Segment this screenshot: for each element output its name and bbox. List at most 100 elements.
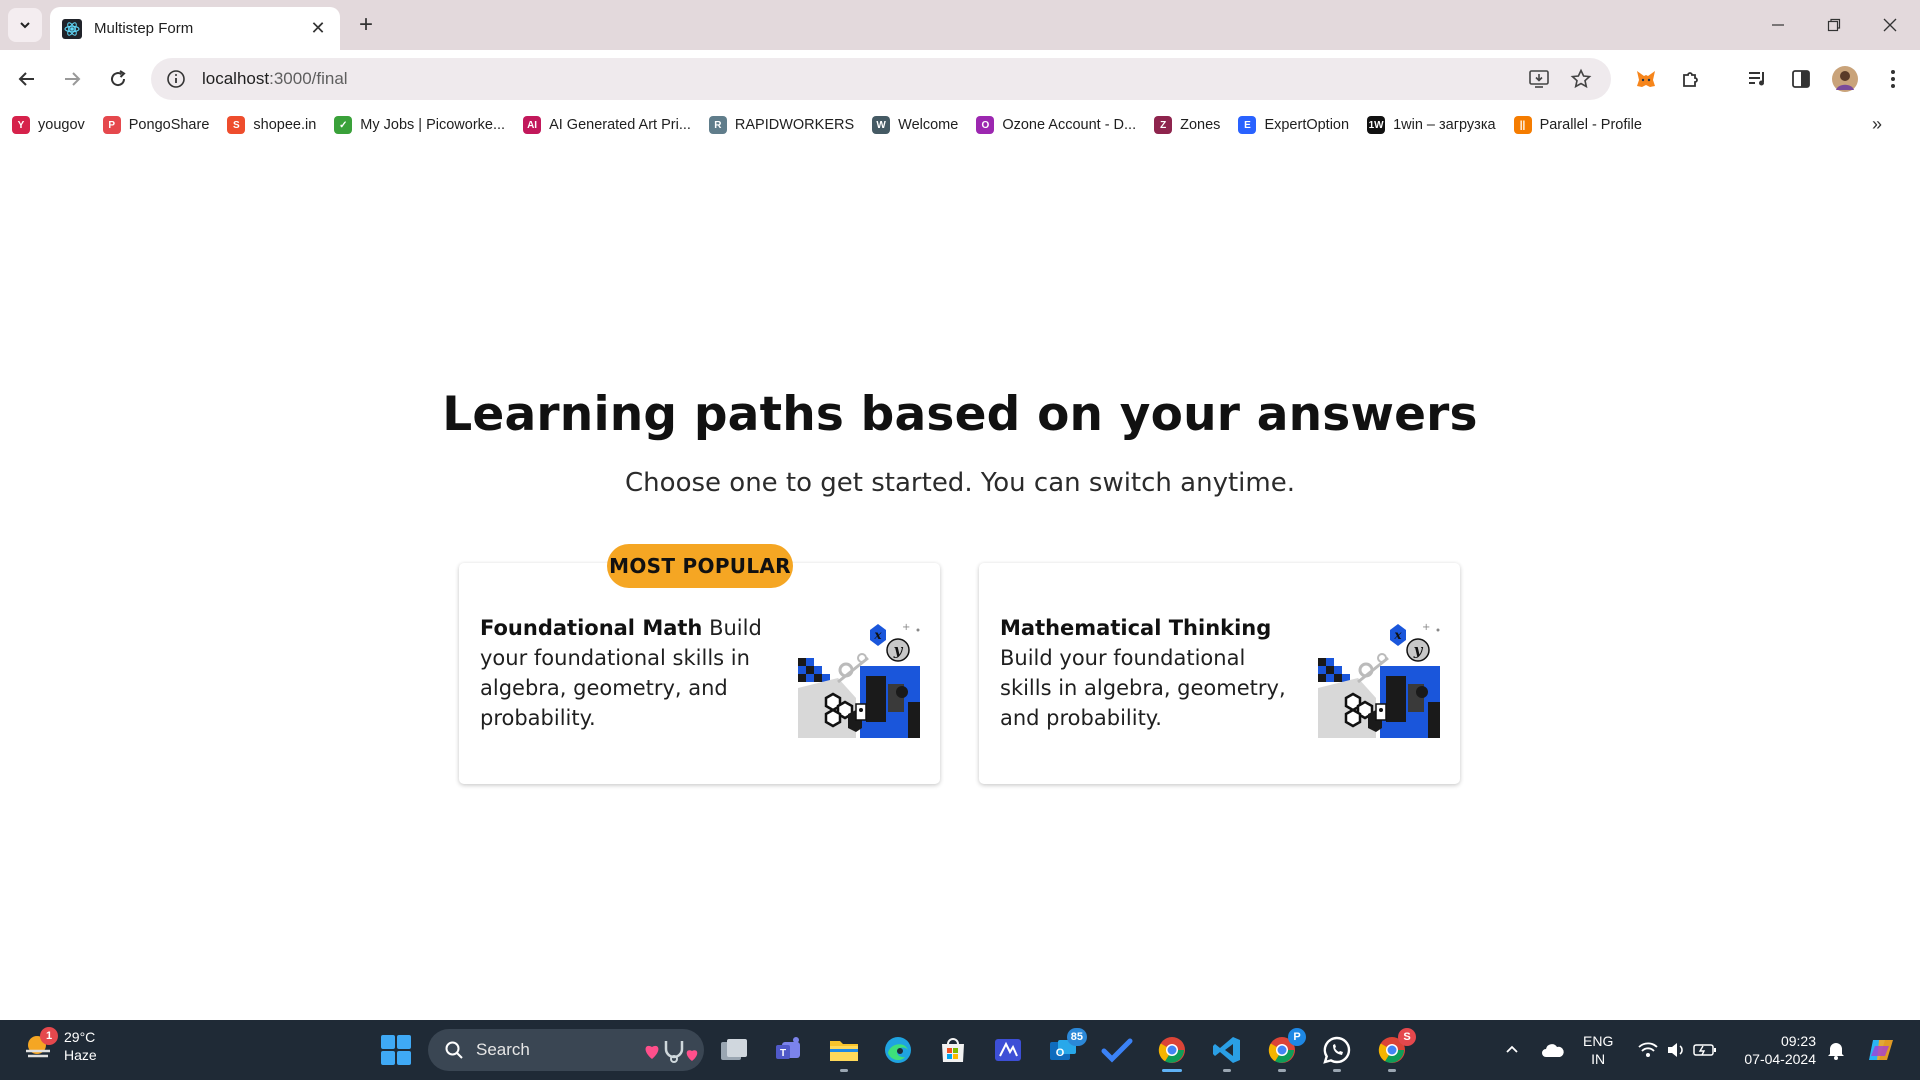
language-code: ENG bbox=[1583, 1033, 1614, 1049]
reload-button[interactable] bbox=[103, 64, 133, 94]
vscode-icon[interactable] bbox=[1209, 1032, 1245, 1072]
close-icon bbox=[1883, 18, 1897, 32]
back-button[interactable] bbox=[12, 64, 42, 94]
system-clock[interactable]: 09:23 07-04-2024 bbox=[1730, 1032, 1816, 1068]
tab-search-button[interactable] bbox=[8, 8, 42, 42]
bookmark-label: 1win – загрузка bbox=[1393, 117, 1496, 133]
close-window-button[interactable] bbox=[1862, 0, 1918, 50]
temperature: 29°C bbox=[64, 1029, 96, 1045]
file-explorer-icon[interactable] bbox=[826, 1032, 862, 1072]
address-bar[interactable]: localhost:3000/final bbox=[151, 58, 1611, 100]
haze-sun-icon: 1 bbox=[22, 1027, 58, 1063]
chrome-profile-p-icon[interactable]: P bbox=[1264, 1028, 1306, 1072]
learning-path-card-foundational-math[interactable]: Foundational Math Build your foundationa… bbox=[459, 563, 940, 784]
new-tab-button[interactable]: + bbox=[352, 11, 380, 39]
pongoshare-icon: P bbox=[102, 116, 121, 134]
whatsapp-icon[interactable] bbox=[1319, 1032, 1355, 1072]
chrome-profile-s-icon[interactable]: S bbox=[1374, 1028, 1416, 1072]
url-host: localhost bbox=[202, 69, 270, 88]
browser-tab[interactable]: Multistep Form ✕ bbox=[50, 7, 340, 50]
bookmark-label: AI Generated Art Pri... bbox=[549, 117, 691, 133]
taskbar-search[interactable]: Search bbox=[428, 1029, 704, 1071]
page-content: Learning paths based on your answers Cho… bbox=[0, 142, 1920, 1020]
bookmark-label: RAPIDWORKERS bbox=[734, 117, 855, 133]
media-controls-icon[interactable] bbox=[1742, 64, 1772, 94]
forward-button[interactable] bbox=[57, 64, 87, 94]
bookmark-item[interactable]: ✓ My Jobs | Picoworke... bbox=[334, 116, 505, 134]
bookmark-item[interactable]: Yyougov bbox=[12, 116, 85, 134]
bookmark-item[interactable]: 1W 1win – загрузка bbox=[1367, 116, 1496, 134]
tab-title: Multistep Form bbox=[94, 20, 194, 37]
restore-button[interactable] bbox=[1806, 0, 1862, 50]
bookmark-item[interactable]: P PongoShare bbox=[102, 116, 209, 134]
bookmark-item[interactable]: || Parallel - Profile bbox=[1513, 116, 1642, 134]
rapidworkers-icon: R bbox=[708, 116, 727, 134]
show-hidden-icons-chevron-icon[interactable] bbox=[1500, 1020, 1524, 1080]
bookmark-item[interactable]: R RAPIDWORKERS bbox=[708, 116, 855, 134]
bookmark-label: My Jobs | Picoworke... bbox=[360, 117, 506, 133]
bookmark-item[interactable]: AI AI Generated Art Pri... bbox=[523, 116, 691, 134]
bookmark-item[interactable]: Sshopee.in bbox=[227, 116, 316, 134]
svg-text:T: T bbox=[780, 1048, 786, 1059]
bookmark-star-icon[interactable] bbox=[1569, 67, 1593, 91]
edge-icon[interactable] bbox=[880, 1032, 916, 1068]
learning-path-card-mathematical-thinking[interactable]: Mathematical Thinking Build your foundat… bbox=[979, 563, 1460, 784]
minimize-button[interactable] bbox=[1750, 0, 1806, 50]
reload-icon bbox=[111, 70, 126, 87]
start-button[interactable] bbox=[381, 1035, 411, 1065]
picoworkers-icon: ✓ bbox=[334, 116, 353, 134]
card-title: Foundational Math bbox=[480, 616, 703, 640]
weather-badge: 1 bbox=[40, 1027, 58, 1045]
task-view-icon[interactable] bbox=[717, 1032, 753, 1068]
math-illustration-icon: x y + bbox=[798, 622, 920, 738]
site-info-icon[interactable] bbox=[166, 69, 186, 89]
bookmark-label: Ozone Account - D... bbox=[1002, 117, 1137, 133]
wifi-icon[interactable] bbox=[1636, 1020, 1660, 1080]
todo-checkmark-icon[interactable] bbox=[1099, 1032, 1135, 1068]
browser-toolbar: localhost:3000/final bbox=[0, 50, 1920, 108]
svg-text:x: x bbox=[1393, 628, 1402, 642]
url-path: :3000/final bbox=[269, 69, 348, 88]
ozone-icon: O bbox=[976, 116, 995, 134]
teams-icon[interactable]: T bbox=[771, 1032, 807, 1068]
bookmark-label: yougov bbox=[38, 117, 85, 133]
copilot-icon[interactable] bbox=[1864, 1020, 1900, 1080]
install-app-icon[interactable] bbox=[1527, 67, 1551, 91]
microsoft-store-icon[interactable] bbox=[935, 1032, 971, 1068]
bookmark-label: shopee.in bbox=[253, 117, 317, 133]
more-bookmarks-chevron-icon[interactable]: » bbox=[1872, 114, 1882, 135]
tab-strip: Multistep Form ✕ + bbox=[0, 0, 1920, 50]
minimize-icon bbox=[1772, 24, 1784, 26]
volume-icon[interactable] bbox=[1664, 1020, 1688, 1080]
mail-icon[interactable]: O 85 bbox=[1045, 1028, 1087, 1068]
browser-menu-icon[interactable] bbox=[1878, 64, 1908, 94]
profile-avatar[interactable] bbox=[1830, 64, 1860, 94]
mail-badge: 85 bbox=[1066, 1028, 1087, 1046]
side-panel-icon[interactable] bbox=[1786, 64, 1816, 94]
search-label: Search bbox=[476, 1040, 530, 1059]
url-text[interactable]: localhost:3000/final bbox=[202, 69, 1527, 89]
chevron-down-icon bbox=[20, 22, 30, 29]
bookmark-item[interactable]: Z Zones bbox=[1154, 116, 1220, 134]
weather-widget[interactable]: 1 29°C Haze bbox=[22, 1027, 97, 1064]
zones-icon: Z bbox=[1154, 116, 1173, 134]
shopee-icon: S bbox=[227, 116, 246, 134]
close-tab-icon[interactable]: ✕ bbox=[308, 18, 328, 39]
onedrive-cloud-icon[interactable] bbox=[1538, 1020, 1568, 1080]
bookmark-label: Zones bbox=[1180, 117, 1221, 133]
parallel-icon: || bbox=[1513, 116, 1532, 134]
ai-art-icon: AI bbox=[523, 116, 542, 134]
bookmark-item[interactable]: E ExpertOption bbox=[1238, 116, 1349, 134]
bookmark-label: Parallel - Profile bbox=[1539, 117, 1642, 133]
bookmark-label: ExpertOption bbox=[1264, 117, 1350, 133]
notification-bell-icon[interactable] bbox=[1824, 1020, 1848, 1080]
metamask-extension-icon[interactable] bbox=[1631, 64, 1661, 94]
chrome-icon[interactable] bbox=[1154, 1032, 1190, 1072]
card-description: Mathematical Thinking Build your foundat… bbox=[1000, 613, 1290, 733]
bookmark-item[interactable]: W Welcome bbox=[872, 116, 958, 134]
screen-capture-app-icon[interactable] bbox=[990, 1032, 1026, 1068]
bookmark-item[interactable]: O Ozone Account - D... bbox=[976, 116, 1136, 134]
extensions-puzzle-icon[interactable] bbox=[1676, 64, 1706, 94]
language-indicator[interactable]: ENG IN bbox=[1583, 1032, 1613, 1068]
battery-icon[interactable] bbox=[1692, 1020, 1718, 1080]
